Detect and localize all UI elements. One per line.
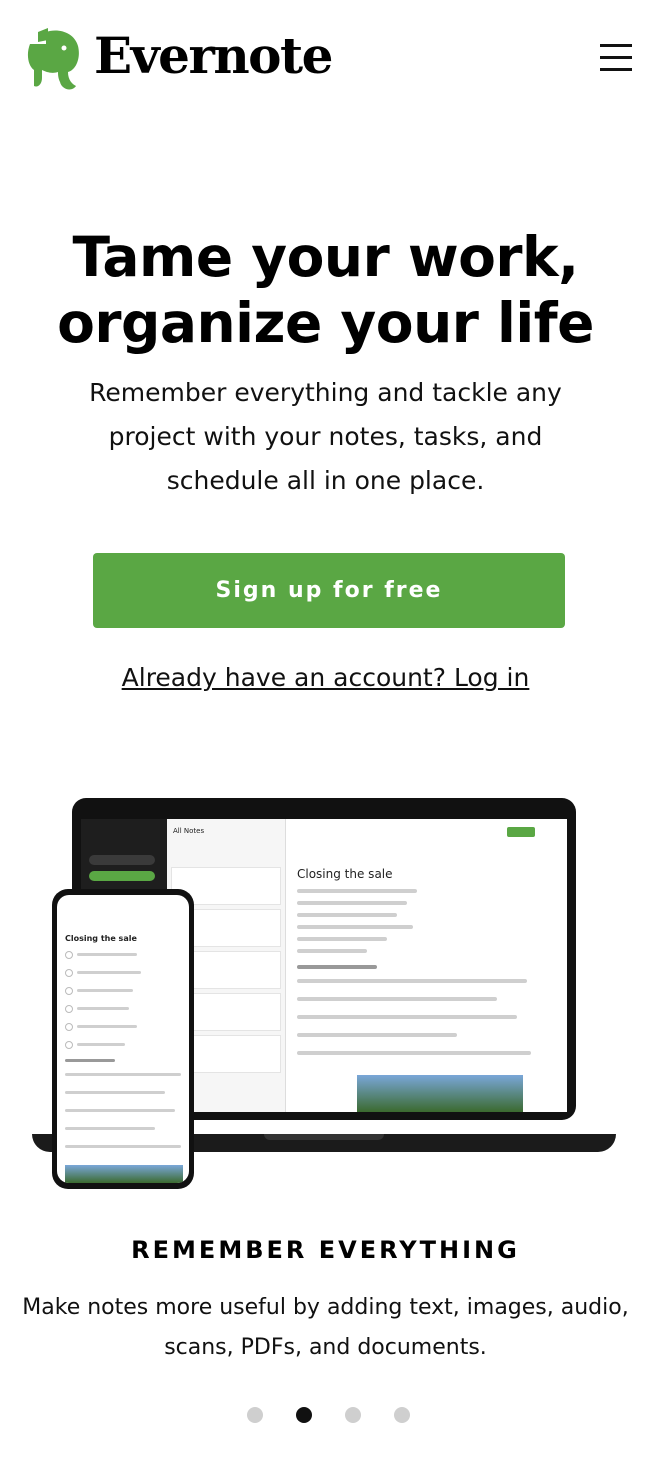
sign-up-button[interactable]: Sign up for free [93, 553, 565, 628]
note-list-header: All Notes [173, 827, 205, 835]
site-header: Evernote [0, 0, 651, 120]
feature-description-line-2: scans, PDFs, and documents. [164, 1335, 487, 1360]
feature-description-line-1: Make notes more useful by adding text, i… [22, 1295, 629, 1320]
note-photo [357, 1075, 523, 1112]
note-title: Closing the sale [297, 867, 393, 881]
carousel-dot-4[interactable] [394, 1407, 410, 1423]
carousel-dot-3[interactable] [345, 1407, 361, 1423]
carousel-dot-1[interactable] [247, 1407, 263, 1423]
phone-note-title: Closing the sale [65, 934, 137, 943]
elephant-logo-icon[interactable] [24, 26, 80, 92]
phone-screen-content: Closing the sale [57, 895, 189, 1183]
phone-illustration: Closing the sale [52, 889, 194, 1189]
carousel-dot-2[interactable] [296, 1407, 312, 1423]
hero-subtitle: Remember everything and tackle any proje… [89, 378, 562, 495]
hero-title-line-1: Tame your work, [72, 225, 579, 289]
hamburger-menu-icon[interactable] [596, 40, 636, 76]
share-button [507, 827, 535, 837]
hero-title-line-2: organize your life [57, 291, 594, 355]
hero-title: Tame your work, organize your life [0, 224, 651, 356]
feature-description: Make notes more useful by adding text, i… [0, 1288, 651, 1368]
logo-wordmark[interactable]: Evernote [94, 26, 333, 86]
login-link[interactable]: Already have an account? Log in [0, 658, 651, 698]
app-editor: Closing the sale [285, 819, 567, 1112]
feature-title: REMEMBER EVERYTHING [131, 1236, 520, 1264]
phone-note-photo [65, 1165, 183, 1183]
carousel-pagination [0, 1405, 651, 1425]
